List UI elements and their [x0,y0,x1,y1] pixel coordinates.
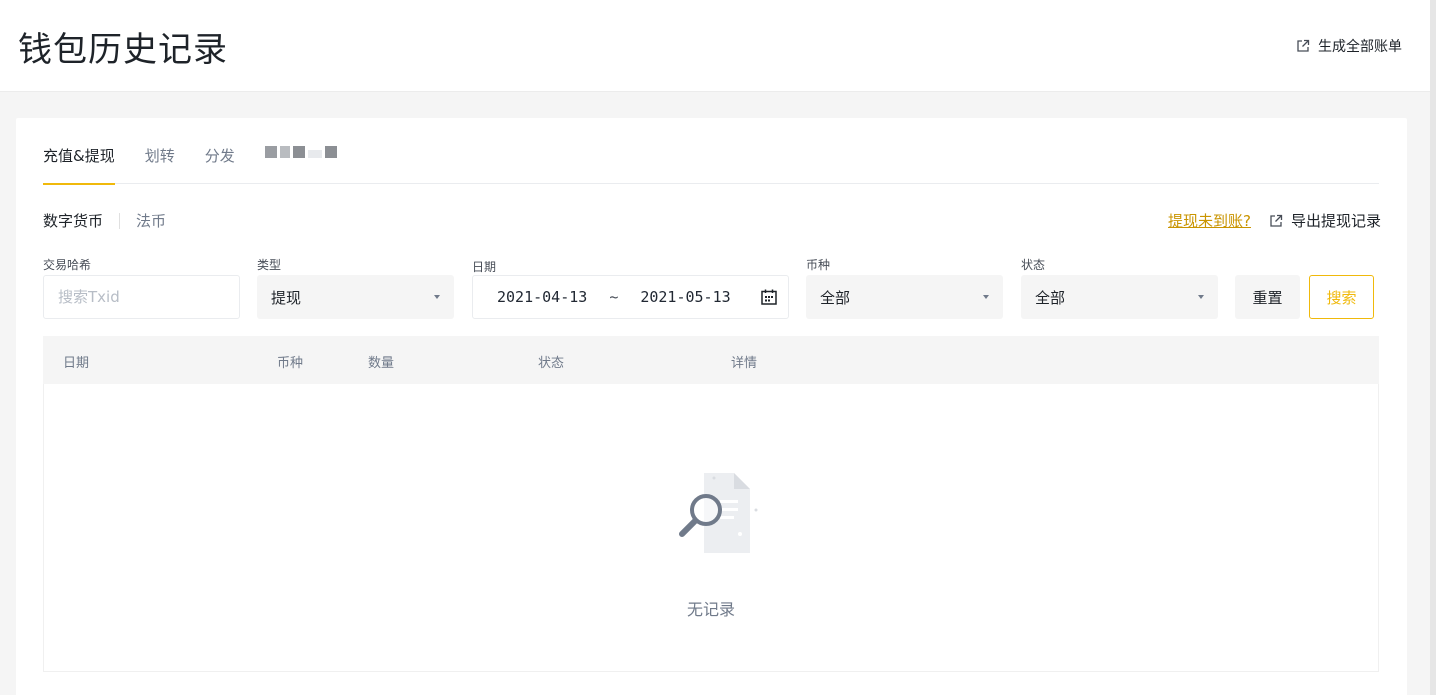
scrollbar[interactable] [1430,0,1436,695]
calendar-icon[interactable] [760,288,778,306]
currency-subtabs: 数字货币 法币 [43,210,166,231]
page-header: 钱包历史记录 生成全部账单 [0,0,1430,92]
column-amount: 数量 [368,356,395,371]
subtab-crypto[interactable]: 数字货币 [43,210,103,231]
export-withdraw-label: 导出提现记录 [1290,212,1381,230]
generate-all-bills-label: 生成全部账单 [1318,39,1402,55]
type-value: 提现 [271,288,302,307]
caret-down-icon [1198,295,1204,299]
column-details: 详情 [731,356,758,371]
history-card: 充值&提现 划转 分发 数字货币 法币 提现未到账? 导出提现记录 交易哈希 类… [16,118,1407,695]
end-date-input[interactable]: 2021-05-13 [640,288,730,306]
date-range-picker: 2021-04-13 ~ 2021-05-13 [472,275,789,319]
search-button[interactable]: 搜索 [1309,275,1374,319]
empty-search-icon [679,473,758,553]
header-links: 提现未到账? 导出提现记录 [1168,210,1381,231]
subtab-fiat[interactable]: 法币 [136,210,166,231]
column-date: 日期 [63,356,90,371]
tab-deposit-withdraw[interactable]: 充值&提现 [43,142,115,185]
tab-transfer[interactable]: 划转 [145,142,175,184]
coin-value: 全部 [820,288,851,307]
status-select[interactable]: 全部 [1021,275,1218,319]
export-withdraw-button[interactable]: 导出提现记录 [1269,210,1381,231]
table-body: 无记录 [43,384,1379,672]
type-label: 类型 [257,258,282,272]
subtab-divider [119,212,121,229]
caret-down-icon [983,295,989,299]
reset-button[interactable]: 重置 [1235,275,1300,319]
caret-down-icon [434,295,440,299]
column-coin: 币种 [277,356,304,371]
date-separator: ~ [609,288,619,306]
empty-state-text: 无记录 [686,600,735,619]
generate-all-bills-button[interactable]: 生成全部账单 [1296,36,1402,56]
table-header: 日期 币种 数量 状态 详情 [43,336,1379,384]
column-status: 状态 [538,356,565,371]
coin-label: 币种 [806,258,831,272]
txid-label: 交易哈希 [43,258,92,272]
tab-distribution[interactable]: 分发 [205,142,235,184]
page-title: 钱包历史记录 [18,30,228,70]
export-icon [1270,214,1283,227]
tab-redacted[interactable] [264,142,337,184]
withdraw-not-arrived-link[interactable]: 提现未到账? [1168,210,1251,231]
date-label: 日期 [472,260,497,274]
txid-field [43,275,240,319]
status-label: 状态 [1021,258,1046,272]
txid-input[interactable] [58,288,225,306]
main-tabs: 充值&提现 划转 分发 [43,142,1379,185]
start-date-input[interactable]: 2021-04-13 [497,288,587,306]
status-value: 全部 [1035,288,1066,307]
type-select[interactable]: 提现 [257,275,454,319]
export-icon [1297,39,1310,52]
coin-select[interactable]: 全部 [806,275,1003,319]
